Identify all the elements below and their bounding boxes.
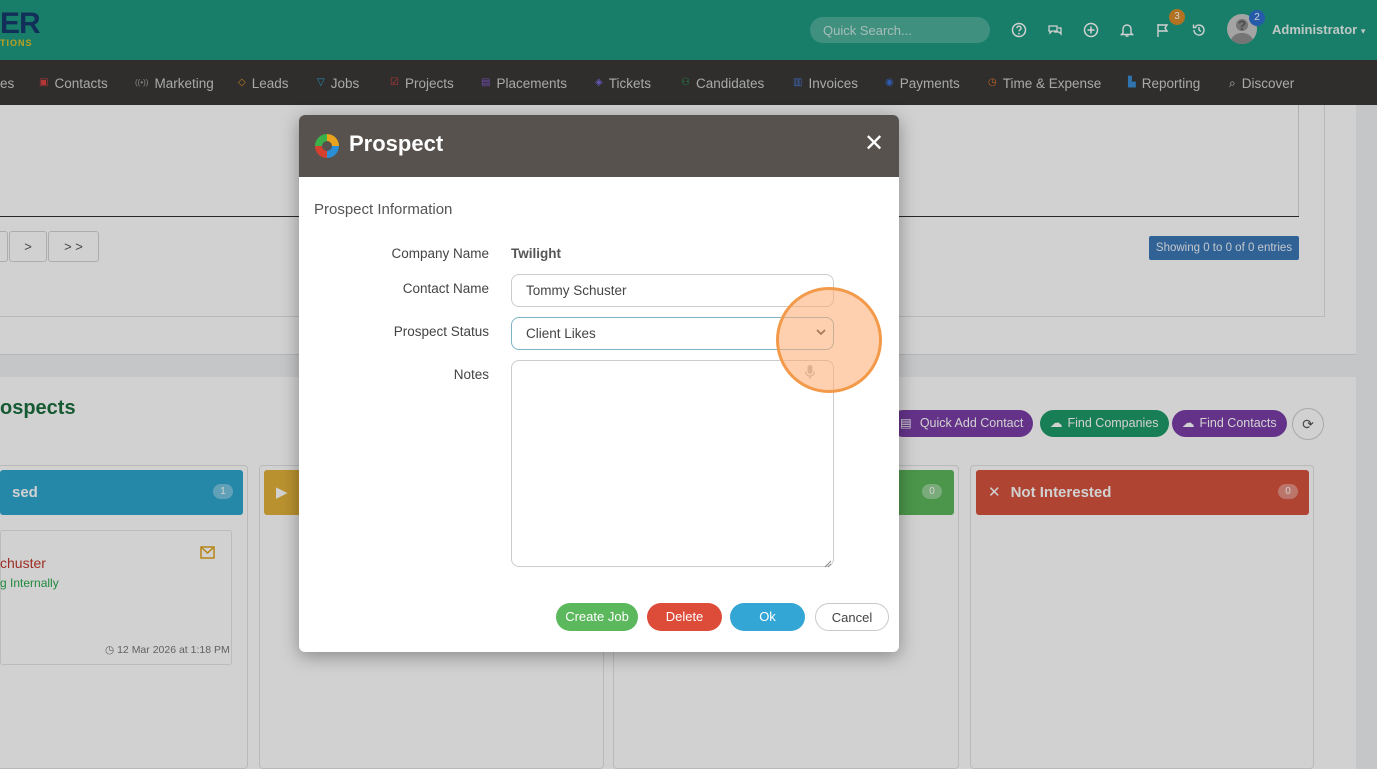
click-indicator — [776, 287, 882, 393]
modal-header: Prospect ✕ — [299, 115, 899, 177]
cancel-button[interactable]: Cancel — [815, 603, 889, 631]
contact-name-field[interactable]: Tommy Schuster — [511, 274, 834, 307]
ok-button[interactable]: Ok — [730, 603, 805, 631]
app-logo-icon — [313, 132, 341, 160]
notes-label: Notes — [453, 367, 489, 382]
section-title: Prospect Information — [314, 201, 453, 218]
company-name-label: Company Name — [391, 246, 489, 261]
prospect-status-label: Prospect Status — [393, 324, 489, 339]
delete-button[interactable]: Delete — [647, 603, 722, 631]
contact-name-label: Contact Name — [402, 281, 489, 296]
close-icon[interactable]: ✕ — [863, 132, 885, 156]
modal-title: Prospect — [349, 131, 444, 156]
company-name-value: Twilight — [511, 246, 561, 261]
notes-textarea[interactable] — [511, 360, 834, 567]
create-job-button[interactable]: Create Job — [556, 603, 638, 631]
resize-handle-icon[interactable] — [822, 555, 832, 568]
